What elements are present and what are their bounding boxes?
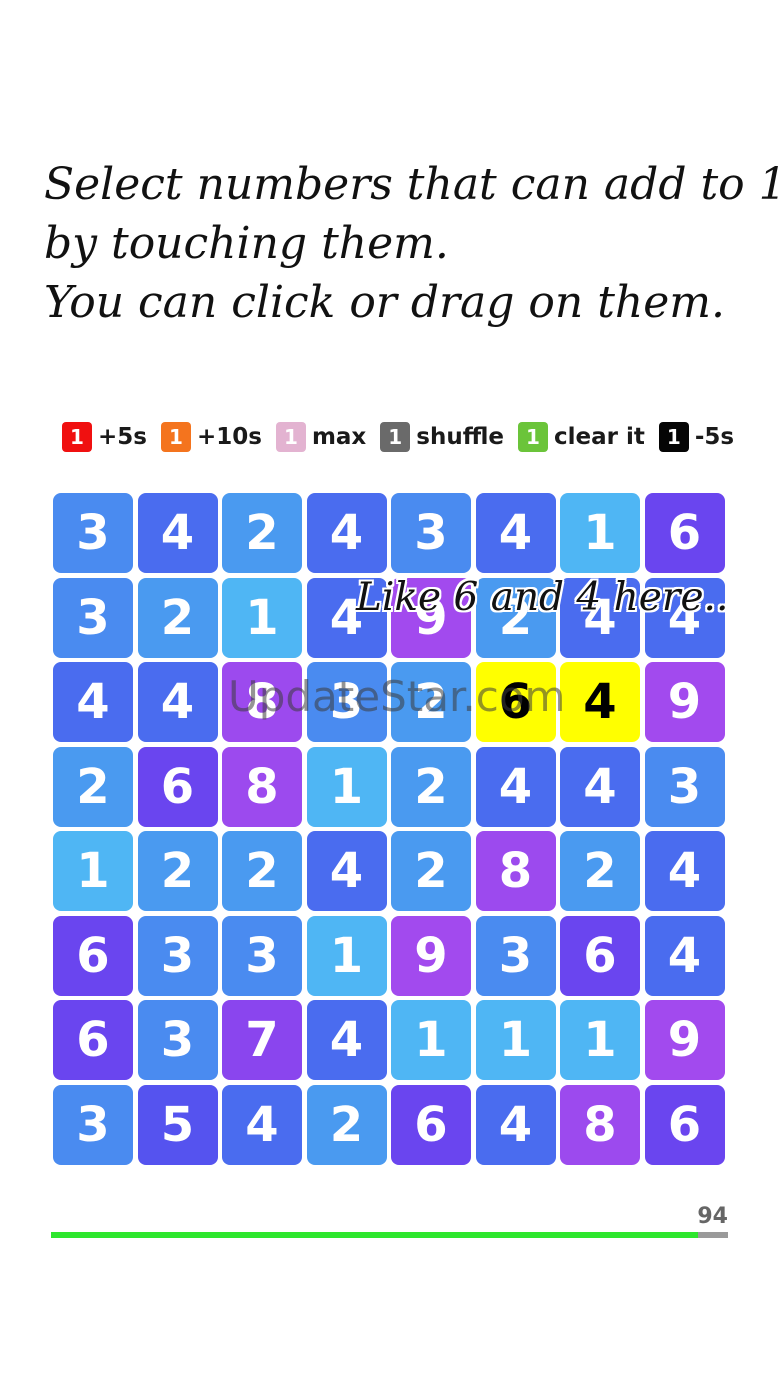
powerup-count-badge: 1 bbox=[275, 422, 306, 452]
grid-cell[interactable]: 6 bbox=[644, 1084, 725, 1165]
grid-cell[interactable]: 1 bbox=[560, 1000, 640, 1080]
grid-cell[interactable]: 8 bbox=[222, 746, 302, 827]
grid-cell[interactable]: 4 bbox=[560, 662, 640, 742]
timer-bar bbox=[51, 1232, 728, 1238]
grid-cell[interactable]: 9 bbox=[644, 662, 725, 742]
grid-cell[interactable]: 4 bbox=[137, 493, 218, 573]
powerup-count-badge: 1 bbox=[160, 422, 191, 452]
grid-cell[interactable]: 8 bbox=[475, 831, 556, 911]
grid-cell[interactable]: 6 bbox=[644, 493, 725, 573]
powerup-1[interactable]: 1 +10s bbox=[160, 422, 262, 452]
grid-cell[interactable]: 2 bbox=[137, 577, 218, 658]
grid-cell[interactable]: 2 bbox=[306, 1084, 387, 1165]
grid-cell[interactable]: 2 bbox=[391, 746, 471, 827]
grid-cell[interactable]: 3 bbox=[644, 746, 725, 827]
powerup-label: +5s bbox=[98, 424, 147, 450]
powerup-label: -5s bbox=[694, 424, 735, 450]
powerup-label: max bbox=[311, 424, 367, 450]
powerup-5[interactable]: 1 -5s bbox=[658, 422, 735, 452]
grid-cell[interactable]: 8 bbox=[560, 1084, 640, 1165]
grid-cell[interactable]: 6 bbox=[560, 915, 640, 996]
instructions-line-3: You can click or drag on them. bbox=[44, 277, 725, 328]
grid-cell[interactable]: 2 bbox=[391, 662, 471, 742]
grid-cell[interactable]: 3 bbox=[53, 1084, 133, 1165]
grid-cell[interactable]: 3 bbox=[475, 915, 556, 996]
powerup-count-badge: 1 bbox=[62, 422, 92, 452]
grid-cell[interactable]: 9 bbox=[644, 1000, 725, 1080]
grid-cell[interactable]: 1 bbox=[560, 493, 640, 573]
powerup-count-badge: 1 bbox=[380, 422, 411, 452]
powerup-count-badge: 1 bbox=[517, 422, 548, 452]
powerup-label: clear it bbox=[553, 424, 645, 450]
grid-cell[interactable]: 4 bbox=[475, 493, 556, 573]
grid-cell[interactable]: 6 bbox=[137, 746, 218, 827]
powerup-legend: 1 +5s 1 +10s 1 max 1 shuffle 1 clear it 1 -5s bbox=[62, 420, 748, 454]
grid-cell[interactable]: 4 bbox=[222, 1084, 302, 1165]
grid-cell[interactable]: 2 bbox=[222, 831, 302, 911]
instructions-line-2: by touching them. bbox=[44, 218, 449, 269]
grid-cell[interactable]: 4 bbox=[306, 493, 387, 573]
grid-cell[interactable]: 1 bbox=[53, 831, 133, 911]
grid-cell[interactable]: 3 bbox=[137, 915, 218, 996]
grid-cell[interactable]: 7 bbox=[222, 1000, 302, 1080]
instructions-line-1: Select numbers that can add to 10 bbox=[44, 159, 780, 210]
grid-cell[interactable]: 1 bbox=[306, 915, 387, 996]
grid-cell[interactable]: 9 bbox=[391, 915, 471, 996]
grid-cell[interactable]: 4 bbox=[475, 746, 556, 827]
grid-cell[interactable]: 2 bbox=[53, 746, 133, 827]
grid-cell[interactable]: 4 bbox=[475, 1084, 556, 1165]
grid-cell[interactable]: 1 bbox=[222, 577, 302, 658]
powerup-0[interactable]: 1 +5s bbox=[62, 422, 147, 452]
powerup-2[interactable]: 1 max bbox=[275, 422, 367, 452]
grid-cell[interactable]: 4 bbox=[644, 915, 725, 996]
grid-cell[interactable]: 3 bbox=[137, 1000, 218, 1080]
powerup-count-badge: 1 bbox=[658, 422, 689, 452]
hint-text: Like 6 and 4 here.. bbox=[356, 575, 729, 620]
grid-cell[interactable]: 2 bbox=[222, 493, 302, 573]
powerup-label: shuffle bbox=[416, 424, 504, 450]
grid-cell[interactable]: 3 bbox=[391, 493, 471, 573]
powerup-3[interactable]: 1 shuffle bbox=[380, 422, 504, 452]
grid-cell[interactable]: 4 bbox=[560, 746, 640, 827]
grid-cell[interactable]: 8 bbox=[222, 662, 302, 742]
grid-cell[interactable]: 2 bbox=[560, 831, 640, 911]
grid-cell[interactable]: 6 bbox=[53, 1000, 133, 1080]
grid-cell[interactable]: 4 bbox=[644, 831, 725, 911]
timer-bar-fill bbox=[51, 1232, 698, 1238]
grid-cell[interactable]: 2 bbox=[391, 831, 471, 911]
grid-cell[interactable]: 5 bbox=[137, 1084, 218, 1165]
powerup-label: +10s bbox=[196, 424, 262, 450]
grid-cell[interactable]: 4 bbox=[306, 1000, 387, 1080]
grid-cell[interactable]: 4 bbox=[306, 831, 387, 911]
grid-cell[interactable]: 4 bbox=[137, 662, 218, 742]
grid-cell[interactable]: 1 bbox=[475, 1000, 556, 1080]
grid-cell[interactable]: 3 bbox=[53, 577, 133, 658]
grid-cell[interactable]: 6 bbox=[475, 662, 556, 742]
grid-cell[interactable]: 2 bbox=[137, 831, 218, 911]
grid-cell[interactable]: 1 bbox=[391, 1000, 471, 1080]
grid-cell[interactable]: 6 bbox=[53, 915, 133, 996]
grid-cell[interactable]: 3 bbox=[306, 662, 387, 742]
instructions: Select numbers that can add to 10 by tou… bbox=[44, 155, 780, 332]
grid-cell[interactable]: 3 bbox=[53, 493, 133, 573]
grid-cell[interactable]: 3 bbox=[222, 915, 302, 996]
grid-cell[interactable]: 1 bbox=[306, 746, 387, 827]
grid-cell[interactable]: 4 bbox=[53, 662, 133, 742]
powerup-4[interactable]: 1 clear it bbox=[517, 422, 645, 452]
timer-value: 94 bbox=[697, 1204, 728, 1229]
grid-cell[interactable]: 6 bbox=[391, 1084, 471, 1165]
